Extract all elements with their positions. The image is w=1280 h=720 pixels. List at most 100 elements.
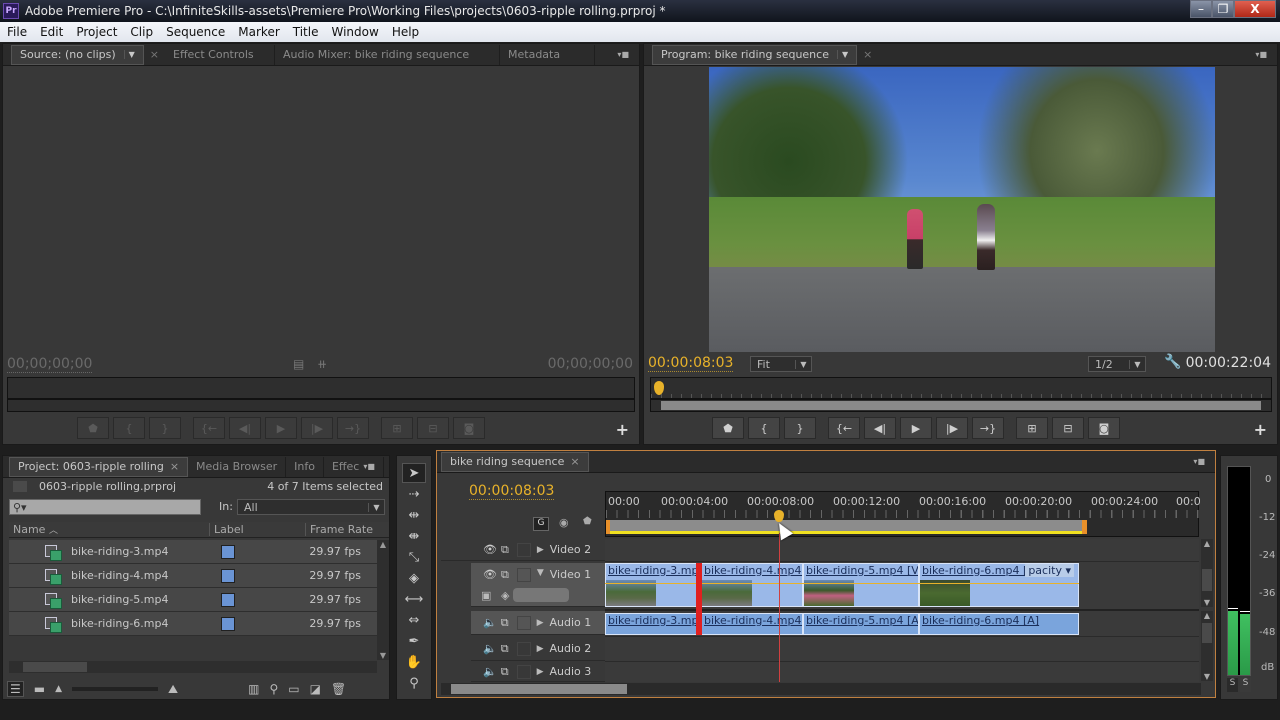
zoom-in-icon[interactable]: ⛰: [168, 682, 178, 697]
list-item[interactable]: bike-riding-6.mp4 29.97 fps: [9, 612, 377, 636]
tab-media-browser[interactable]: Media Browser: [188, 456, 287, 477]
snap-icon[interactable]: G: [533, 517, 549, 531]
mark-in-button[interactable]: {: [113, 417, 145, 439]
playhead-line[interactable]: [779, 533, 780, 682]
expand-track-icon[interactable]: ▶: [537, 667, 544, 677]
scrollbar-thumb[interactable]: [451, 684, 627, 694]
lock-track-toggle[interactable]: [516, 664, 531, 679]
icon-view-icon[interactable]: ▬: [34, 682, 45, 696]
zoom-slider[interactable]: [72, 687, 159, 691]
lift-button[interactable]: ⊞: [1016, 417, 1048, 439]
video-clip[interactable]: bike-riding-3.mp4: [605, 563, 697, 607]
scrollbar-thumb[interactable]: [1202, 623, 1212, 643]
mark-out-button[interactable]: }: [784, 417, 816, 439]
drag-audio-icon[interactable]: ⧺: [317, 357, 327, 371]
tab-info[interactable]: Info: [286, 456, 324, 477]
go-to-out-button[interactable]: →}: [972, 417, 1004, 439]
audio-clip[interactable]: bike-riding-5.mp4 [A]: [803, 613, 919, 635]
column-frame-rate[interactable]: Frame Rate: [305, 523, 373, 536]
resolution-select[interactable]: 1/2 ▼: [1088, 356, 1146, 372]
panel-menu-icon[interactable]: ▾■: [1255, 50, 1267, 59]
source-time-ruler[interactable]: [7, 377, 635, 399]
trash-icon[interactable]: 🗑: [331, 682, 346, 696]
source-zoom-scrollbar[interactable]: [7, 399, 635, 412]
tab-source[interactable]: Source: (no clips) ▼: [11, 44, 144, 65]
video-clip[interactable]: bike-riding-5.mp4 [V]: [803, 563, 919, 607]
speaker-icon[interactable]: 🔈: [483, 642, 497, 655]
solo-right-button[interactable]: S: [1240, 678, 1251, 692]
menu-clip[interactable]: Clip: [123, 25, 159, 39]
list-item[interactable]: bike-riding-4.mp4 29.97 fps: [9, 564, 377, 588]
track-select-tool[interactable]: ⇢: [402, 484, 426, 504]
search-input[interactable]: ⚲▾: [9, 499, 201, 515]
tab-audio-mixer[interactable]: Audio Mixer: bike riding sequence: [275, 44, 501, 65]
step-back-button[interactable]: ◀|: [864, 417, 896, 439]
zoom-out-icon[interactable]: ▲: [55, 684, 62, 694]
step-forward-button[interactable]: |▶: [301, 417, 333, 439]
video-clip[interactable]: bike-riding-4.mp4 [: [701, 563, 803, 607]
sync-lock-icon[interactable]: ⧉: [501, 568, 509, 582]
menu-window[interactable]: Window: [324, 25, 384, 39]
play-button[interactable]: ▶: [900, 417, 932, 439]
work-area-start-handle[interactable]: [606, 520, 610, 534]
lock-track-toggle[interactable]: [516, 615, 531, 630]
close-tab-icon[interactable]: ×: [570, 455, 579, 468]
expand-track-icon[interactable]: ▶: [537, 545, 544, 555]
panel-menu-icon[interactable]: ▾■: [363, 462, 375, 471]
scroll-up-icon[interactable]: ▲: [377, 540, 389, 549]
extract-button[interactable]: ⊟: [1052, 417, 1084, 439]
label-swatch[interactable]: [221, 544, 235, 559]
tab-program[interactable]: Program: bike riding sequence ▼: [652, 44, 858, 65]
hand-tool[interactable]: ✋: [402, 652, 426, 672]
solo-left-button[interactable]: S: [1227, 678, 1238, 692]
find-icon[interactable]: ⚲: [269, 682, 278, 696]
timeline-zoom-scrollbar[interactable]: [441, 683, 1201, 695]
rate-stretch-tool[interactable]: ⤡: [402, 547, 426, 567]
speaker-icon[interactable]: 🔈: [483, 616, 497, 629]
speaker-icon[interactable]: 🔈: [483, 665, 497, 678]
timeline-ruler[interactable]: 00:00 00:00:04:00 00:00:08:00 00:00:12:0…: [605, 491, 1201, 537]
eye-icon[interactable]: 👁: [483, 543, 497, 556]
column-label[interactable]: Label: [209, 523, 305, 536]
marker-button[interactable]: ⬟: [77, 417, 109, 439]
keyframe-navigator[interactable]: [513, 588, 569, 602]
close-button[interactable]: X: [1234, 0, 1276, 18]
ripple-edit-tool[interactable]: ⇹: [402, 505, 426, 525]
scrollbar-thumb[interactable]: [23, 662, 87, 672]
razor-tool[interactable]: ◈: [402, 568, 426, 588]
add-button-source[interactable]: +: [616, 420, 629, 439]
expand-track-icon[interactable]: ▶: [537, 644, 544, 654]
slide-tool[interactable]: ⇔: [402, 610, 426, 630]
sync-lock-icon[interactable]: ⧉: [501, 642, 509, 656]
new-bin-icon[interactable]: ▭: [288, 682, 299, 696]
selection-tool[interactable]: ➤: [402, 463, 426, 483]
in-filter-select[interactable]: All ▼: [237, 499, 385, 515]
audio-clip[interactable]: bike-riding-6.mp4 [A]: [919, 613, 1079, 635]
zoom-tool[interactable]: ⚲: [402, 673, 426, 693]
add-button-program[interactable]: +: [1254, 420, 1267, 439]
scroll-down-icon[interactable]: ▼: [377, 651, 389, 660]
mark-out-button[interactable]: }: [149, 417, 181, 439]
tab-sequence[interactable]: bike riding sequence ×: [441, 451, 589, 472]
source-dropdown-icon[interactable]: ▼: [123, 50, 135, 59]
scroll-down-icon[interactable]: ▼: [1201, 598, 1213, 607]
step-forward-button[interactable]: |▶: [936, 417, 968, 439]
drag-video-icon[interactable]: ▤: [293, 357, 304, 371]
panel-menu-icon[interactable]: ▾■: [1193, 457, 1205, 466]
audio-clip[interactable]: bike-riding-4.mp4 [: [701, 613, 803, 635]
close-tab-icon[interactable]: ×: [863, 48, 872, 61]
eye-icon[interactable]: 👁: [483, 568, 497, 581]
play-button[interactable]: ▶: [265, 417, 297, 439]
menu-edit[interactable]: Edit: [33, 25, 69, 39]
display-style-icon[interactable]: ▣: [481, 589, 491, 602]
menu-help[interactable]: Help: [385, 25, 425, 39]
tab-effects[interactable]: Effec ▾■: [324, 456, 384, 477]
menu-project[interactable]: Project: [69, 25, 123, 39]
sync-lock-icon[interactable]: ⧉: [501, 543, 509, 557]
list-item[interactable]: bike-riding-5.mp4 29.97 fps: [9, 588, 377, 612]
go-to-in-button[interactable]: {←: [193, 417, 225, 439]
wrench-icon[interactable]: 🔧: [1164, 354, 1181, 370]
rolling-edit-point[interactable]: [696, 563, 702, 635]
label-swatch[interactable]: [221, 592, 235, 607]
keyframe-icon[interactable]: ◈: [501, 589, 509, 602]
